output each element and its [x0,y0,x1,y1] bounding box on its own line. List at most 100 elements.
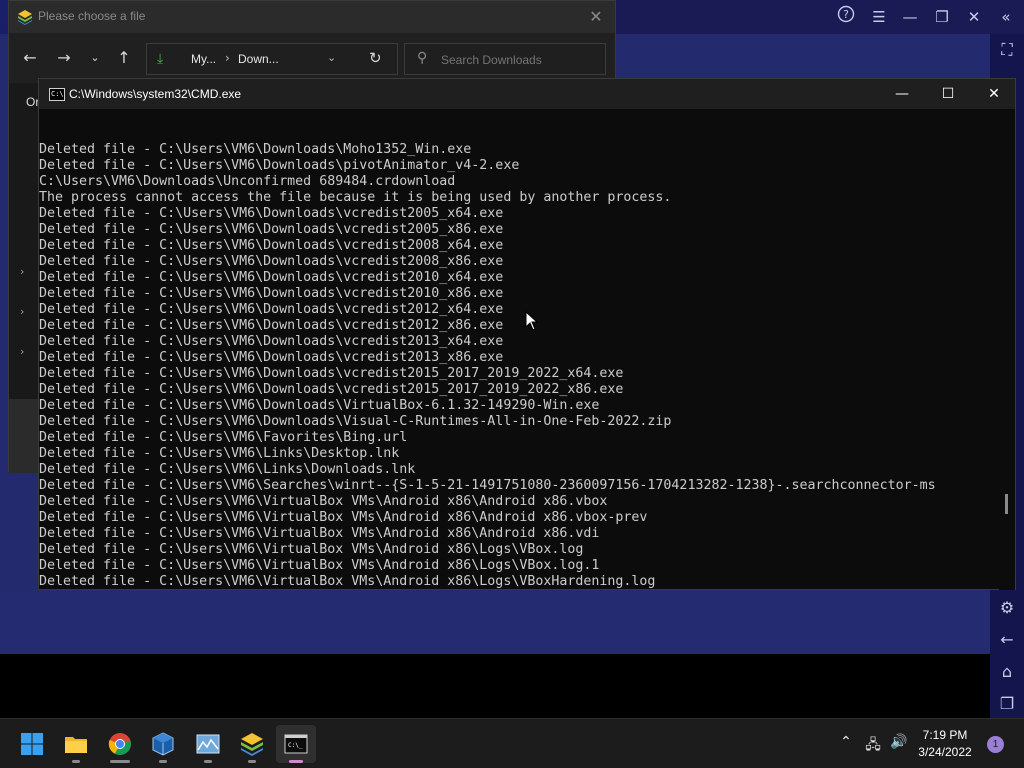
console-line: Deleted file - C:\Users\VM6\Downloads\Mo… [39,142,472,157]
expand-chevron-icon[interactable]: › [20,305,24,318]
console-line: C:\Users\VM6\Downloads\Unconfirmed 68948… [39,174,456,189]
show-hidden-icons-icon[interactable]: ⌃ [835,734,857,750]
collapse-sidebar-icon[interactable]: « [994,5,1018,29]
taskbar-chrome[interactable] [100,725,140,763]
dialog-title: Please choose a file [38,9,146,23]
taskbar-bluestacks[interactable] [232,725,272,763]
search-box[interactable]: ⚲ [404,43,606,75]
search-icon: ⚲ [417,50,428,66]
clock-time: 7:19 PM [922,728,968,742]
cmd-window: C:\ C:\Windows\system32\CMD.exe — ☐ ✕ De… [38,78,1016,590]
cmd-title: C:\Windows\system32\CMD.exe [69,87,242,101]
dialog-titlebar: Please choose a file ✕ [9,1,615,33]
console-line: Deleted file - C:\Users\VM6\Downloads\vc… [39,382,624,397]
taskbar-file-explorer[interactable] [56,725,96,763]
maximize-button[interactable]: ☐ [925,79,971,109]
system-tray: ⌃ 🖧 🔊 [830,719,910,768]
scrollbar-thumb[interactable] [1005,494,1008,514]
up-arrow-icon[interactable]: ↑ [113,47,135,69]
console-line: Deleted file - C:\Users\VM6\Downloads\vc… [39,350,504,365]
taskbar-virtualbox[interactable] [143,725,183,763]
dialog-navbar: ← → ⌄ ↑ ⤓ My... › Down... ⌄ ↻ ⚲ [9,33,615,83]
address-dropdown-icon[interactable]: ⌄ [327,51,336,64]
terminal-icon: C:\ [49,88,65,101]
svg-text:C:\_: C:\_ [288,742,303,749]
network-icon[interactable]: 🖧 [862,734,884,758]
console-line: The process cannot access the file becau… [39,190,672,205]
virtualbox-icon [152,732,174,756]
console-scrollbar[interactable] [999,110,1015,590]
taskbar-cmd[interactable]: C:\_ [276,725,316,763]
console-line: Deleted file - C:\Users\VM6\Searches\win… [39,478,936,493]
download-icon: ⤓ [157,51,164,67]
running-indicator [204,760,212,763]
close-icon[interactable]: ✕ [962,5,986,29]
settings-icon[interactable]: ⚙ [995,596,1019,620]
emulator-screen-lower [0,590,990,654]
clock[interactable]: 7:19 PM 3/24/2022 [910,727,980,761]
minimize-icon[interactable]: — [898,5,922,29]
console-line: Deleted file - C:\Users\VM6\VirtualBox V… [39,526,600,541]
windows-logo-icon [21,733,43,755]
fullscreen-icon[interactable]: ⛶ [995,38,1019,62]
terminal-icon: C:\_ [284,734,308,754]
console-line: Deleted file - C:\Users\VM6\Links\Deskto… [39,446,400,461]
console-line: Deleted file - C:\Users\VM6\Downloads\vc… [39,334,504,349]
close-button[interactable]: ✕ [971,79,1017,109]
console-line: Deleted file - C:\Users\VM6\Downloads\pi… [39,158,520,173]
console-line: Deleted file - C:\Users\VM6\Favorites\Bi… [39,430,408,445]
photos-icon [196,734,220,754]
running-indicator [159,760,167,763]
console-line: Deleted file - C:\Users\VM6\Downloads\Vi… [39,398,600,413]
dialog-scroll-area [9,399,39,473]
svg-text:?: ? [843,8,849,21]
console-line: Deleted file - C:\Users\VM6\Downloads\Vi… [39,414,672,429]
volume-icon[interactable]: 🔊 [888,734,910,750]
minimize-button[interactable]: — [879,79,925,109]
back-arrow-icon[interactable]: ← [19,47,41,69]
start-button[interactable] [12,725,52,763]
console-line: Deleted file - C:\Users\VM6\Downloads\vc… [39,238,504,253]
dialog-close-button[interactable]: ✕ [585,6,607,28]
console-line: Deleted file - C:\Users\VM6\VirtualBox V… [39,510,648,525]
console-output[interactable]: Deleted file - C:\Users\VM6\Downloads\Mo… [39,110,1001,590]
console-line: Deleted file - C:\Users\VM6\Downloads\vc… [39,206,504,221]
console-line: Deleted file - C:\Users\VM6\Downloads\vc… [39,366,624,381]
console-line: Deleted file - C:\Users\VM6\VirtualBox V… [39,542,584,557]
cmd-titlebar: C:\ C:\Windows\system32\CMD.exe — ☐ ✕ [39,79,1015,109]
forward-arrow-icon[interactable]: → [53,47,75,69]
search-input[interactable] [441,51,591,69]
mouse-pointer-icon [525,311,539,331]
taskbar-photos[interactable] [188,725,228,763]
home-icon[interactable]: ⌂ [995,660,1019,684]
console-line: Deleted file - C:\Users\VM6\Links\Downlo… [39,462,416,477]
refresh-icon[interactable]: ↻ [369,49,382,67]
recent-locations-icon[interactable]: ⌄ [84,47,106,69]
emulator-topbar: ? ☰ — ❐ ✕ « [616,0,1024,34]
taskbar: C:\_ ⌃ 🖧 🔊 7:19 PM 3/24/2022 1 [0,718,1024,768]
help-icon[interactable]: ? [834,5,858,29]
running-indicator [110,760,130,763]
folder-icon [65,737,87,753]
console-line: Deleted file - C:\Users\VM6\Downloads\vc… [39,222,504,237]
chrome-icon [108,733,131,755]
console-line: Deleted file - C:\Users\VM6\Downloads\vc… [39,270,504,285]
running-indicator [72,760,80,763]
bluestacks-icon [241,733,263,756]
console-line: Deleted file - C:\Users\VM6\Downloads\vc… [39,318,504,333]
recent-apps-icon[interactable]: ❐ [995,692,1019,716]
notification-badge[interactable]: 1 [987,736,1004,753]
console-line: Deleted file - C:\Users\VM6\VirtualBox V… [39,494,608,509]
expand-chevron-icon[interactable]: › [20,345,24,358]
breadcrumb-downloads[interactable]: Down... [238,52,279,66]
active-indicator [289,760,303,763]
bluestacks-icon [18,10,32,25]
restore-icon[interactable]: ❐ [930,5,954,29]
address-bar[interactable]: ⤓ My... › Down... ⌄ ↻ [146,43,398,75]
breadcrumb-my[interactable]: My... [191,52,216,66]
menu-icon[interactable]: ☰ [867,5,891,29]
emulator-bottom-bar [0,654,990,718]
console-line: Deleted file - C:\Users\VM6\VirtualBox V… [39,574,656,589]
expand-chevron-icon[interactable]: › [20,265,24,278]
back-icon[interactable]: ← [995,628,1019,652]
